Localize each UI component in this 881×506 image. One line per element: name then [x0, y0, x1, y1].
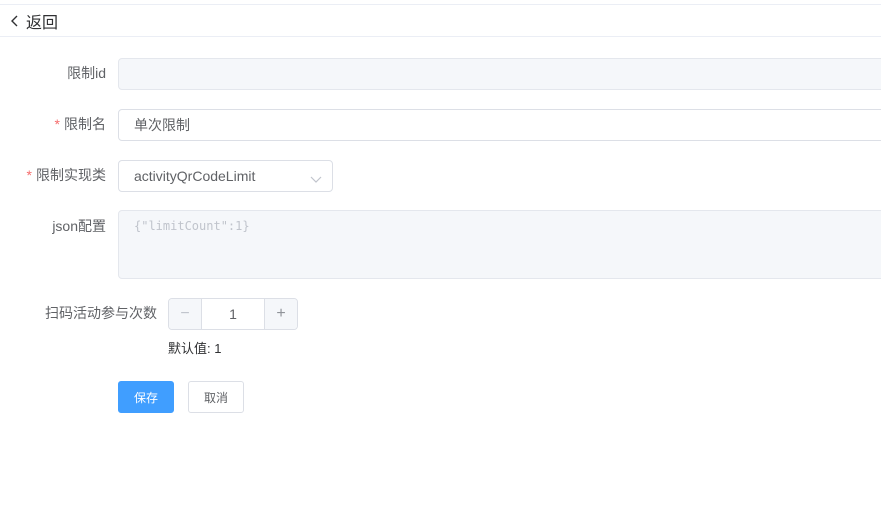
scan-count-label: 扫码活动参与次数 — [45, 303, 157, 323]
scan-count-value: 1 — [229, 306, 237, 322]
limit-id-label: 限制id — [67, 63, 106, 83]
decrement-button[interactable]: − — [169, 299, 202, 329]
limit-id-label-text: 限制id — [67, 65, 106, 81]
limit-impl-label: * 限制实现类 — [27, 165, 106, 185]
plus-icon: + — [276, 305, 286, 322]
scan-count-label-text: 扫码活动参与次数 — [45, 305, 157, 321]
limit-name-value: 单次限制 — [134, 117, 190, 133]
chevron-down-icon — [310, 171, 322, 187]
limit-name-input[interactable]: 单次限制 — [118, 109, 881, 141]
back-button[interactable]: 返回 — [10, 9, 58, 33]
json-config-value: {"limitCount":1} — [134, 219, 250, 233]
limit-impl-select[interactable]: activityQrCodeLimit — [118, 160, 333, 192]
limit-id-input[interactable] — [118, 58, 881, 90]
save-button[interactable]: 保存 — [118, 381, 174, 413]
limit-impl-label-text: 限制实现类 — [36, 167, 106, 183]
back-label: 返回 — [26, 14, 59, 32]
cancel-button-label: 取消 — [203, 390, 228, 405]
scan-count-input[interactable]: 1 — [202, 299, 264, 329]
top-bar: 返回 — [0, 4, 881, 37]
chevron-left-icon — [10, 14, 20, 28]
minus-icon: − — [180, 305, 190, 322]
json-config-label: json配置 — [52, 216, 106, 236]
required-mark: * — [26, 167, 32, 183]
limit-name-label-text: 限制名 — [64, 116, 106, 132]
json-config-label-text: json配置 — [52, 218, 106, 234]
limit-name-label: * 限制名 — [55, 114, 106, 134]
limit-impl-value: activityQrCodeLimit — [134, 168, 256, 184]
required-mark: * — [54, 116, 60, 132]
json-config-textarea[interactable]: {"limitCount":1} — [118, 210, 881, 279]
cancel-button[interactable]: 取消 — [188, 381, 244, 413]
increment-button[interactable]: + — [264, 299, 297, 329]
default-value-hint: 默认值: 1 — [168, 341, 222, 356]
scan-count-stepper: − 1 + — [168, 298, 298, 330]
save-button-label: 保存 — [133, 390, 158, 405]
